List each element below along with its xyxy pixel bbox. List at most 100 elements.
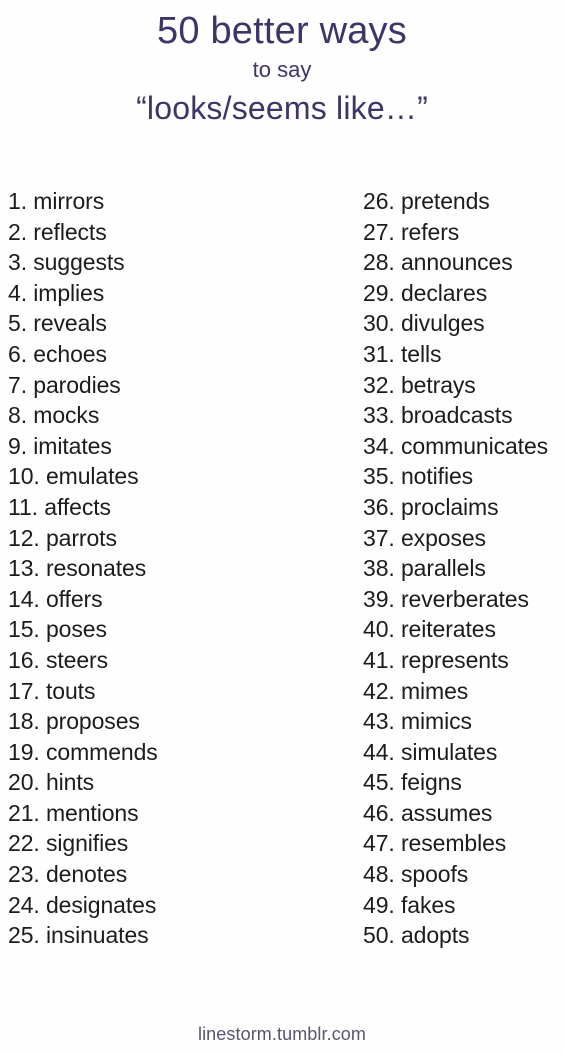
word-list-item: 11. affects <box>8 492 348 523</box>
word-list-item: 32. betrays <box>363 370 564 401</box>
word-list-item: 36. proclaims <box>363 492 564 523</box>
word-list-item-number: 2. <box>8 218 27 245</box>
title-block: 50 better ways to say “looks/seems like…… <box>0 0 564 129</box>
word-list-item: 12. parrots <box>8 523 348 554</box>
word-list-item-word: parrots <box>45 524 117 551</box>
word-list-item-number: 11. <box>8 493 38 520</box>
word-list-item-word: imitates <box>33 432 112 459</box>
word-list-item-word: mirrors <box>33 188 105 214</box>
word-list-item: 1. mirrors <box>8 186 348 217</box>
word-list-item: 47. resembles <box>363 828 564 859</box>
word-list-item-word: pretends <box>400 188 490 214</box>
word-list-item: 49. fakes <box>363 890 564 921</box>
word-list-item-word: mimics <box>400 708 472 735</box>
word-list-item-number: 3. <box>8 249 27 276</box>
word-list-item-word: divulges <box>400 310 485 337</box>
word-list-item: 6. echoes <box>8 339 348 370</box>
word-list-item: 34. communicates <box>363 431 564 462</box>
word-list-item-number: 22. <box>8 830 40 857</box>
word-list-item: 10. emulates <box>8 461 348 492</box>
word-list-column-left: 1. mirrors 2. reflects 3. suggests 4. impli… <box>8 186 348 951</box>
word-list-item-number: 50. <box>363 922 395 949</box>
word-list-item-number: 31. <box>363 340 395 367</box>
word-list-item-number: 18. <box>8 708 40 735</box>
word-list-item-number: 4. <box>8 279 27 306</box>
word-list-item: 5. reveals <box>8 308 348 339</box>
word-list-item-number: 42. <box>363 677 395 704</box>
word-list-item-word: affects <box>44 493 111 520</box>
word-list-item: 23. denotes <box>8 859 348 890</box>
word-list-item-word: suggests <box>33 249 125 276</box>
word-list-item-word: represents <box>400 646 509 673</box>
word-list-item-number: 39. <box>363 585 395 612</box>
word-list-item-number: 16. <box>8 646 40 673</box>
word-list-item: 39. reverberates <box>363 584 564 615</box>
word-list-item-word: insinuates <box>45 922 149 949</box>
word-list-item-number: 34. <box>363 432 395 459</box>
word-list-item: 43. mimics <box>363 706 564 737</box>
word-list-item-word: offers <box>45 585 103 612</box>
word-list-item-word: proposes <box>45 708 140 735</box>
word-list-item-number: 40. <box>363 616 395 643</box>
word-list-item-number: 44. <box>363 738 395 765</box>
word-list-item-number: 1. <box>8 188 27 214</box>
word-list-item-number: 43. <box>363 708 395 735</box>
word-list-item-number: 5. <box>8 310 27 337</box>
word-list-item-word: parodies <box>33 371 121 398</box>
word-list-item-number: 17. <box>8 677 40 704</box>
word-list-item-number: 25. <box>8 922 40 949</box>
word-list-item-word: hints <box>45 769 95 796</box>
word-list-item-number: 27. <box>363 218 395 245</box>
word-list-item: 44. simulates <box>363 737 564 768</box>
word-list-item-number: 37. <box>363 524 395 551</box>
word-list-item-word: exposes <box>400 524 486 551</box>
word-list-item-word: betrays <box>400 371 476 398</box>
word-list-item-number: 33. <box>363 402 395 429</box>
word-list-item-word: communicates <box>400 432 549 459</box>
word-list-item-number: 12. <box>8 524 40 551</box>
word-list-item: 35. notifies <box>363 461 564 492</box>
word-list-item-number: 15. <box>8 616 40 643</box>
word-list-column-right: 26. pretends 27. refers 28. announces 29. d… <box>363 186 564 951</box>
word-list-item: 30. divulges <box>363 308 564 339</box>
word-list-item-word: refers <box>400 218 460 245</box>
word-list-item: 7. parodies <box>8 370 348 401</box>
word-list-item-word: mimes <box>400 677 469 704</box>
word-list-item-number: 46. <box>363 799 395 826</box>
word-list-item-word: fakes <box>400 891 456 918</box>
word-list-right: 26. pretends 27. refers 28. announces 29. d… <box>363 186 564 951</box>
word-list-item: 13. resonates <box>8 553 348 584</box>
word-list-item-number: 48. <box>363 861 395 888</box>
footer-attribution: linestorm.tumblr.com <box>197 1024 367 1044</box>
word-list-item-number: 30. <box>363 310 395 337</box>
word-list-item-number: 20. <box>8 769 40 796</box>
word-list-item: 24. designates <box>8 890 348 921</box>
word-list-item-word: mentions <box>45 799 139 826</box>
word-list-item-word: signifies <box>45 830 129 857</box>
word-list-item-word: reiterates <box>400 616 496 643</box>
word-list-item-number: 45. <box>363 769 395 796</box>
word-list-item-word: assumes <box>400 799 493 826</box>
word-list-item-number: 49. <box>363 891 395 918</box>
word-list-item-number: 26. <box>363 188 395 214</box>
word-list-item: 41. represents <box>363 645 564 676</box>
word-list-item-word: reflects <box>33 218 107 245</box>
word-list-item-number: 28. <box>363 249 395 276</box>
word-list-item-word: commends <box>45 738 158 765</box>
word-list-item-word: spoofs <box>400 861 469 888</box>
word-list-item-number: 23. <box>8 861 40 888</box>
word-list-item: 25. insinuates <box>8 920 348 951</box>
word-list-item-word: announces <box>400 249 513 276</box>
word-list-item-number: 21. <box>8 799 40 826</box>
page-title-connector: to say <box>252 57 312 82</box>
word-list-item: 19. commends <box>8 737 348 768</box>
word-list-item: 9. imitates <box>8 431 348 462</box>
word-list-item-number: 24. <box>8 891 40 918</box>
word-list-item-word: simulates <box>400 738 498 765</box>
word-list-item: 31. tells <box>363 339 564 370</box>
word-list-item: 28. announces <box>363 247 564 278</box>
word-list-item-number: 6. <box>8 340 27 367</box>
footer: linestorm.tumblr.com <box>0 1022 564 1046</box>
word-list-item: 2. reflects <box>8 217 348 248</box>
word-list-item: 16. steers <box>8 645 348 676</box>
